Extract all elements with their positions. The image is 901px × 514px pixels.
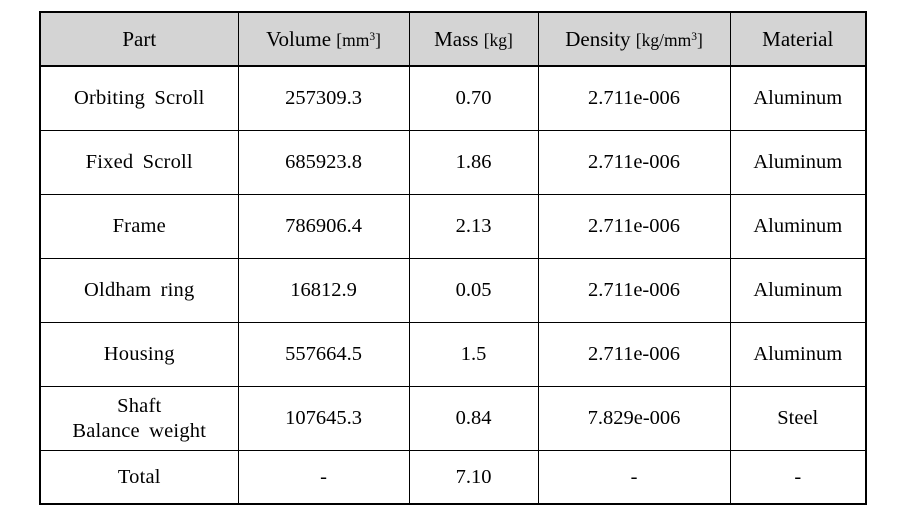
unit-bracket-close: ] bbox=[696, 29, 703, 50]
column-header-volume-unit: [mm3] bbox=[336, 30, 381, 50]
table-row: Shaft Balance weight 107645.3 0.84 7.829… bbox=[39, 386, 867, 451]
cell-mass: 1.5 bbox=[408, 322, 539, 387]
table-header-row: Part Volume [mm3] Mass [kg] Density [kg/… bbox=[39, 11, 867, 67]
cell-part: Fixed Scroll bbox=[39, 130, 239, 195]
table-row: Orbiting Scroll 257309.3 0.70 2.711e-006… bbox=[39, 65, 867, 131]
cell-volume: 257309.3 bbox=[237, 65, 410, 131]
cell-mass: 0.84 bbox=[408, 386, 539, 451]
cell-density: 7.829e-006 bbox=[537, 386, 731, 451]
cell-material: Aluminum bbox=[729, 322, 867, 387]
part-name-line-2: Balance weight bbox=[72, 419, 207, 442]
cell-material: Aluminum bbox=[729, 130, 867, 195]
column-header-volume: Volume [mm3] bbox=[237, 11, 410, 67]
part-name-line-1: Shaft bbox=[117, 395, 162, 418]
part-name: Fixed Scroll bbox=[85, 151, 193, 174]
cell-mass: 7.10 bbox=[408, 450, 539, 505]
cell-density: 2.711e-006 bbox=[537, 258, 731, 323]
table-row: Frame 786906.4 2.13 2.711e-006 Aluminum bbox=[39, 194, 867, 259]
column-header-volume-label: Volume bbox=[266, 26, 332, 51]
cell-mass: 1.86 bbox=[408, 130, 539, 195]
unit-bracket-open: [kg/ bbox=[635, 29, 664, 50]
table-row-total: Total - 7.10 - - bbox=[39, 450, 867, 505]
unit-bracket-close: ] bbox=[375, 29, 381, 50]
cell-mass: 2.13 bbox=[408, 194, 539, 259]
cell-volume: 786906.4 bbox=[237, 194, 410, 259]
column-header-mass: Mass [kg] bbox=[408, 11, 539, 67]
cell-part: Oldham ring bbox=[39, 258, 239, 323]
cell-density: 2.711e-006 bbox=[537, 130, 731, 195]
cell-material: Aluminum bbox=[729, 194, 867, 259]
part-name: Oldham ring bbox=[84, 279, 195, 302]
cell-volume: 685923.8 bbox=[237, 130, 410, 195]
unit-base: mm bbox=[342, 29, 370, 50]
part-name: Total bbox=[117, 465, 161, 488]
page-root: Part Volume [mm3] Mass [kg] Density [kg/… bbox=[0, 0, 901, 514]
cell-part: Housing bbox=[39, 322, 239, 387]
column-header-density-label: Density bbox=[565, 26, 631, 51]
cell-material: Steel bbox=[729, 386, 867, 451]
cell-material: Aluminum bbox=[729, 258, 867, 323]
column-header-mass-unit: [kg] bbox=[483, 29, 513, 50]
cell-material: - bbox=[729, 450, 867, 505]
cell-volume: 107645.3 bbox=[237, 386, 410, 451]
unit-base: mm bbox=[663, 29, 692, 50]
part-name: Housing bbox=[103, 343, 175, 366]
table-body: Orbiting Scroll 257309.3 0.70 2.711e-006… bbox=[39, 65, 867, 505]
column-header-part: Part bbox=[39, 11, 239, 67]
column-header-part-label: Part bbox=[122, 26, 157, 51]
cell-volume: 557664.5 bbox=[237, 322, 410, 387]
table-header: Part Volume [mm3] Mass [kg] Density [kg/… bbox=[39, 11, 867, 67]
cell-density: - bbox=[537, 450, 731, 505]
cell-density: 2.711e-006 bbox=[537, 65, 731, 131]
table-row: Fixed Scroll 685923.8 1.86 2.711e-006 Al… bbox=[39, 130, 867, 195]
cell-volume: 16812.9 bbox=[237, 258, 410, 323]
part-name: Orbiting Scroll bbox=[73, 87, 205, 110]
table-row: Housing 557664.5 1.5 2.711e-006 Aluminum bbox=[39, 322, 867, 387]
column-header-density-unit: [kg/mm3] bbox=[636, 30, 703, 50]
cell-mass: 0.05 bbox=[408, 258, 539, 323]
parts-mass-properties-table: Part Volume [mm3] Mass [kg] Density [kg/… bbox=[39, 11, 867, 505]
cell-volume: - bbox=[237, 450, 410, 505]
part-name: Shaft Balance weight bbox=[45, 394, 234, 442]
cell-part: Frame bbox=[39, 194, 239, 259]
cell-density: 2.711e-006 bbox=[537, 322, 731, 387]
cell-material: Aluminum bbox=[729, 65, 867, 131]
cell-density: 2.711e-006 bbox=[537, 194, 731, 259]
cell-part: Total bbox=[39, 450, 239, 505]
cell-part: Orbiting Scroll bbox=[39, 65, 239, 131]
column-header-material: Material bbox=[729, 11, 867, 67]
cell-part: Shaft Balance weight bbox=[39, 386, 239, 451]
table-row: Oldham ring 16812.9 0.05 2.711e-006 Alum… bbox=[39, 258, 867, 323]
cell-mass: 0.70 bbox=[408, 65, 539, 131]
part-name: Frame bbox=[112, 215, 166, 238]
column-header-material-label: Material bbox=[762, 26, 834, 51]
column-header-mass-label: Mass bbox=[434, 26, 479, 51]
column-header-density: Density [kg/mm3] bbox=[537, 11, 731, 67]
